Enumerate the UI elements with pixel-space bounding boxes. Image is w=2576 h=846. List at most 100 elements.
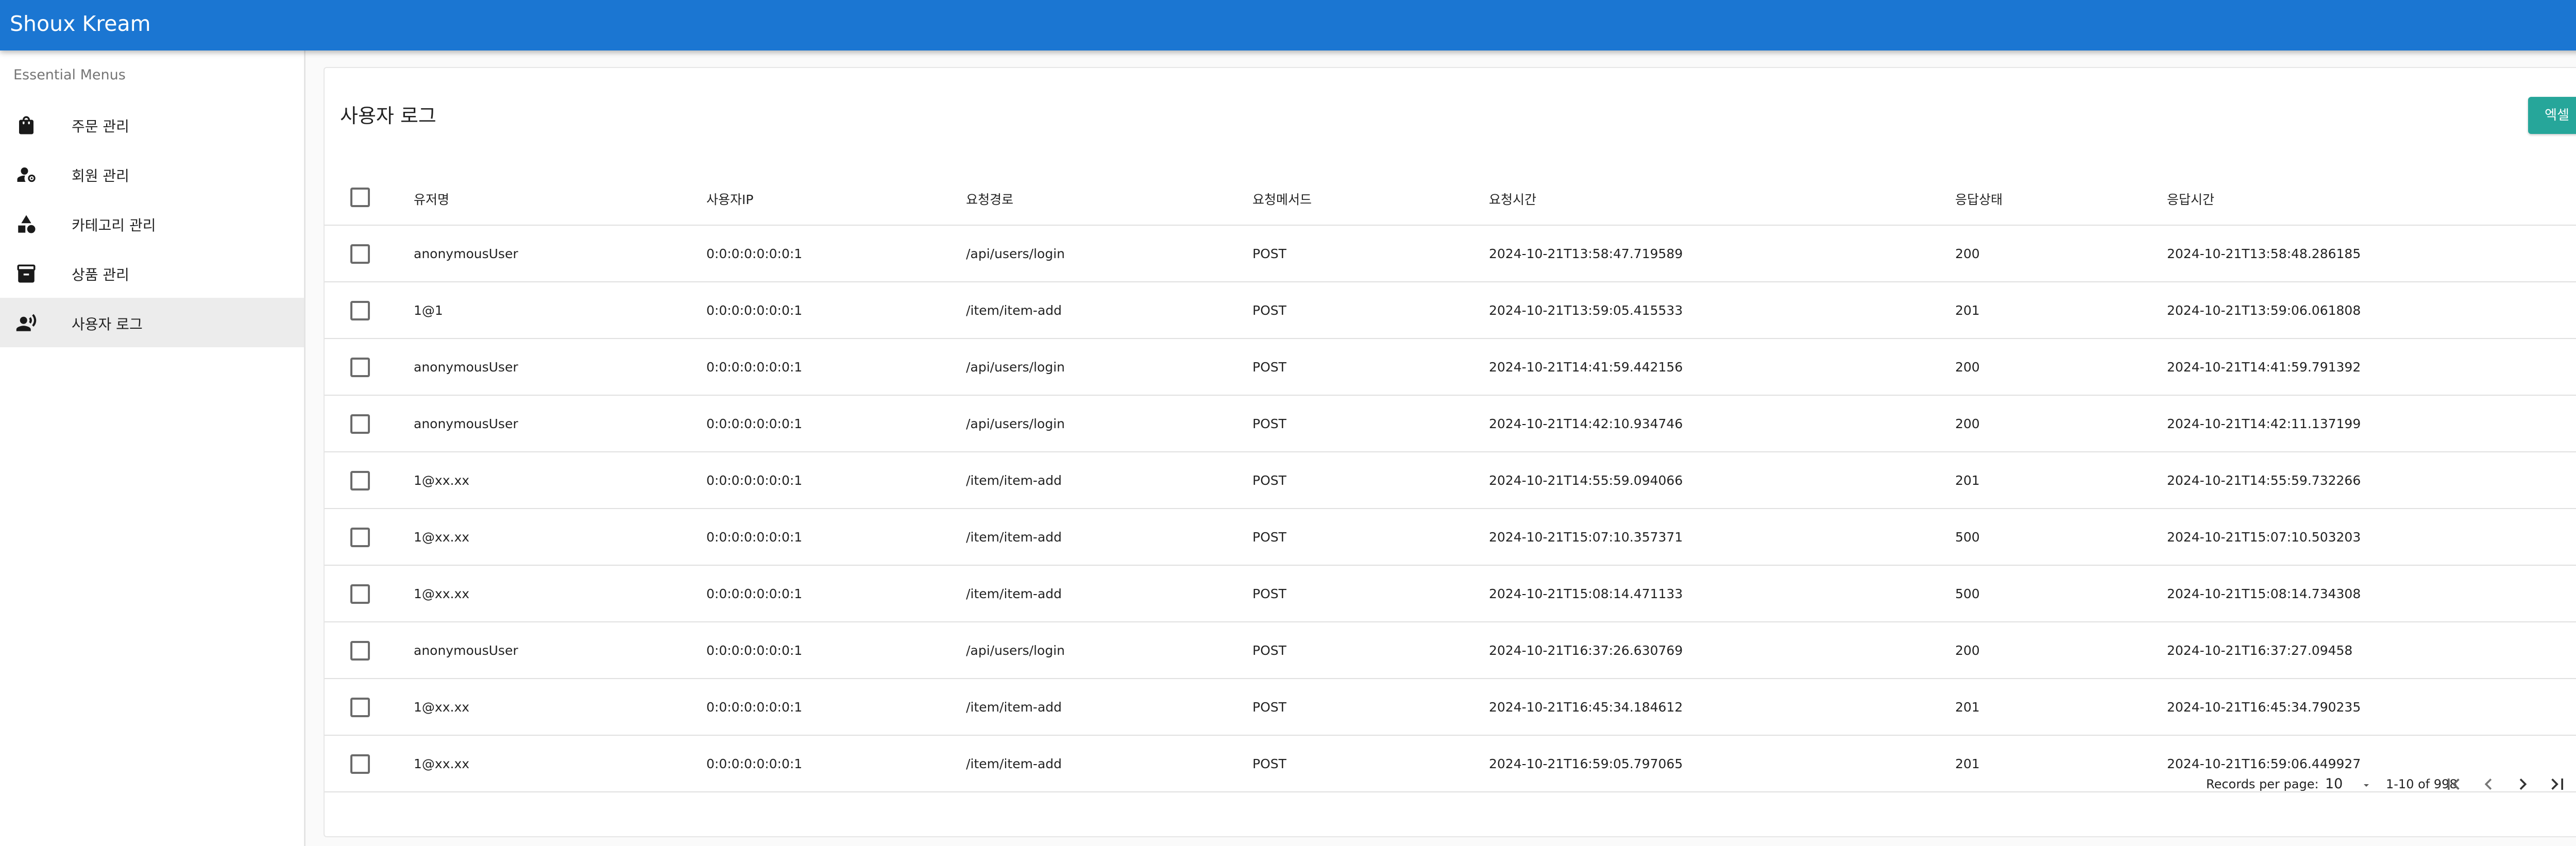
cell-request-time: 2024-10-21T14:55:59.094066 <box>1489 473 1683 488</box>
table-row[interactable]: anonymousUser 0:0:0:0:0:0:0:1/api/users/l… <box>325 396 2576 452</box>
cell-response-time: 2024-10-21T13:59:06.061808 <box>2167 303 2361 318</box>
column-header-method[interactable]: 요청메서드 <box>1252 190 1312 208</box>
sidebar-item-user-log[interactable]: 사용자 로그 <box>0 298 304 347</box>
cell-ip: 0:0:0:0:0:0:0:1 <box>706 416 803 431</box>
cell-method: POST <box>1252 416 1286 431</box>
cell-response-time: 2024-10-21T14:42:11.137199 <box>2167 416 2361 431</box>
user-log-table-card: 사용자 로그 엑셀 유저명 사용자IP 요청경로 요청메서드 요청시간 응답상태… <box>324 67 2576 837</box>
cell-username: anonymousUser <box>414 246 518 261</box>
sidebar-item-category[interactable]: 카테고리 관리 <box>0 199 304 248</box>
column-header-ip[interactable]: 사용자IP <box>706 190 753 208</box>
cell-status: 500 <box>1955 586 1980 601</box>
cell-status: 500 <box>1955 530 1980 545</box>
sidebar-item-orders[interactable]: 주문 관리 <box>0 100 304 149</box>
table-row[interactable]: 1@xx.xx 0:0:0:0:0:0:0:1/item/item-add POST… <box>325 566 2576 622</box>
cell-path: /api/users/login <box>966 246 1065 261</box>
table-row[interactable]: 1@xx.xx 0:0:0:0:0:0:0:1/item/item-add POST… <box>325 509 2576 566</box>
cell-ip: 0:0:0:0:0:0:0:1 <box>706 360 803 375</box>
cell-method: POST <box>1252 303 1286 318</box>
cell-path: /item/item-add <box>966 586 1062 601</box>
cell-method: POST <box>1252 246 1286 261</box>
cell-response-time: 2024-10-21T15:08:14.734308 <box>2167 586 2361 601</box>
cell-username: 1@xx.xx <box>414 473 470 488</box>
cell-status: 200 <box>1955 246 1980 261</box>
select-all-checkbox[interactable] <box>350 188 370 207</box>
next-page-icon[interactable] <box>2512 773 2534 796</box>
cell-status: 201 <box>1955 473 1980 488</box>
cell-method: POST <box>1252 360 1286 375</box>
last-page-icon[interactable] <box>2546 773 2569 796</box>
column-header-response-time[interactable]: 응답시간 <box>2167 190 2214 208</box>
excel-export-button[interactable]: 엑셀 <box>2528 97 2576 134</box>
first-page-icon[interactable] <box>2442 773 2465 796</box>
cell-response-time: 2024-10-21T14:55:59.732266 <box>2167 473 2361 488</box>
inventory-icon <box>15 263 37 284</box>
row-checkbox[interactable] <box>350 471 370 490</box>
dropdown-arrow-icon <box>2360 779 2372 791</box>
records-per-page-select[interactable]: 10 <box>2319 774 2376 794</box>
cell-method: POST <box>1252 700 1286 715</box>
cell-response-time: 2024-10-21T13:58:48.286185 <box>2167 246 2361 261</box>
cell-username: 1@xx.xx <box>414 530 470 545</box>
cell-ip: 0:0:0:0:0:0:0:1 <box>706 643 803 658</box>
cell-method: POST <box>1252 530 1286 545</box>
table-header-row: 유저명 사용자IP 요청경로 요청메서드 요청시간 응답상태 응답시간 <box>325 169 2576 226</box>
cell-path: /item/item-add <box>966 530 1062 545</box>
cell-path: /item/item-add <box>966 303 1062 318</box>
cell-request-time: 2024-10-21T16:45:34.184612 <box>1489 700 1683 715</box>
row-checkbox[interactable] <box>350 584 370 604</box>
cell-ip: 0:0:0:0:0:0:0:1 <box>706 530 803 545</box>
app-bar: Shoux Kream <box>0 0 2576 50</box>
column-header-status[interactable]: 응답상태 <box>1955 190 2003 208</box>
row-checkbox[interactable] <box>350 244 370 264</box>
cell-username: 1@xx.xx <box>414 586 470 601</box>
column-header-request-time[interactable]: 요청시간 <box>1489 190 1536 208</box>
column-header-path[interactable]: 요청경로 <box>966 190 1013 208</box>
cell-status: 201 <box>1955 303 1980 318</box>
cell-path: /api/users/login <box>966 643 1065 658</box>
sidebar-item-label: 카테고리 관리 <box>72 217 156 234</box>
sidebar-item-label: 회원 관리 <box>72 167 129 184</box>
shopping-bag-icon <box>15 114 37 136</box>
cell-request-time: 2024-10-21T14:41:59.442156 <box>1489 360 1683 375</box>
row-checkbox[interactable] <box>350 414 370 434</box>
row-checkbox[interactable] <box>350 641 370 661</box>
table-row[interactable]: anonymousUser 0:0:0:0:0:0:0:1/api/users/l… <box>325 339 2576 396</box>
cell-ip: 0:0:0:0:0:0:0:1 <box>706 303 803 318</box>
category-icon <box>15 213 37 235</box>
table-row[interactable]: 1@xx.xx 0:0:0:0:0:0:0:1/item/item-add POST… <box>325 679 2576 736</box>
sidebar: Essential Menus 주문 관리 회원 관리 카테고리 관리 상품 관… <box>0 50 306 846</box>
cell-username: anonymousUser <box>414 360 518 375</box>
sidebar-item-label: 주문 관리 <box>72 118 129 135</box>
sidebar-subheader: Essential Menus <box>13 67 126 83</box>
cell-path: /item/item-add <box>966 700 1062 715</box>
row-checkbox[interactable] <box>350 698 370 717</box>
cell-request-time: 2024-10-21T14:42:10.934746 <box>1489 416 1683 431</box>
sidebar-item-products[interactable]: 상품 관리 <box>0 248 304 298</box>
previous-page-icon[interactable] <box>2477 773 2500 796</box>
cell-response-time: 2024-10-21T15:07:10.503203 <box>2167 530 2361 545</box>
row-checkbox[interactable] <box>350 358 370 377</box>
table-row[interactable]: 1@xx.xx 0:0:0:0:0:0:0:1/item/item-add POST… <box>325 452 2576 509</box>
sidebar-item-members[interactable]: 회원 관리 <box>0 149 304 199</box>
table-row[interactable]: anonymousUser 0:0:0:0:0:0:0:1/api/users/l… <box>325 226 2576 282</box>
main-content: 사용자 로그 엑셀 유저명 사용자IP 요청경로 요청메서드 요청시간 응답상태… <box>306 50 2576 846</box>
cell-response-time: 2024-10-21T16:37:27.09458 <box>2167 643 2353 658</box>
row-checkbox[interactable] <box>350 301 370 320</box>
table-row[interactable]: anonymousUser 0:0:0:0:0:0:0:1/api/users/l… <box>325 622 2576 679</box>
app-title: Shoux Kream <box>10 11 151 36</box>
cell-request-time: 2024-10-21T13:58:47.719589 <box>1489 246 1683 261</box>
cell-status: 201 <box>1955 700 1980 715</box>
row-checkbox[interactable] <box>350 528 370 547</box>
records-per-page-value: 10 <box>2325 776 2343 792</box>
cell-request-time: 2024-10-21T16:37:26.630769 <box>1489 643 1683 658</box>
cell-username: anonymousUser <box>414 416 518 431</box>
cell-ip: 0:0:0:0:0:0:0:1 <box>706 700 803 715</box>
cell-ip: 0:0:0:0:0:0:0:1 <box>706 246 803 261</box>
column-header-username[interactable]: 유저명 <box>414 190 449 208</box>
cell-ip: 0:0:0:0:0:0:0:1 <box>706 473 803 488</box>
cell-request-time: 2024-10-21T15:07:10.357371 <box>1489 530 1683 545</box>
table-row[interactable]: 1@1 0:0:0:0:0:0:0:1/item/item-add POST 2024… <box>325 282 2576 339</box>
cell-ip: 0:0:0:0:0:0:0:1 <box>706 586 803 601</box>
cell-method: POST <box>1252 473 1286 488</box>
